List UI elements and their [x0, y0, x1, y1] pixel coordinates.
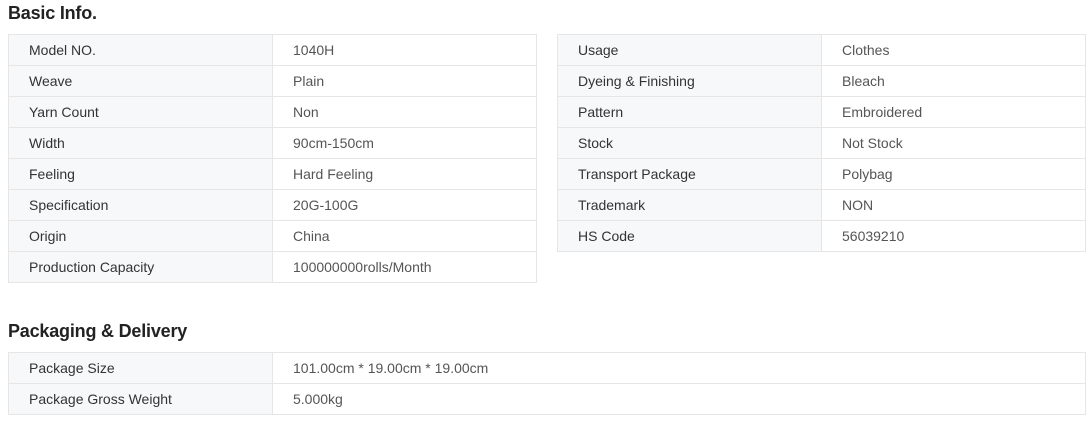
- spec-row-width: Width 90cm-150cm: [8, 127, 537, 159]
- spec-label: Trademark: [557, 189, 822, 221]
- spec-row-usage: Usage Clothes: [557, 34, 1086, 66]
- spec-label: Dyeing & Finishing: [557, 65, 822, 97]
- basic-info-table-right: Usage Clothes Dyeing & Finishing Bleach …: [557, 34, 1086, 252]
- spec-row-production-capacity: Production Capacity 100000000rolls/Month: [8, 251, 537, 283]
- spec-value: NON: [821, 189, 1086, 221]
- spec-label: Yarn Count: [8, 96, 273, 128]
- spec-value: Polybag: [821, 158, 1086, 190]
- spec-label: Specification: [8, 189, 273, 221]
- spec-label: Width: [8, 127, 273, 159]
- spec-row-dyeing-finishing: Dyeing & Finishing Bleach: [557, 65, 1086, 97]
- spec-value: 101.00cm * 19.00cm * 19.00cm: [272, 352, 1086, 384]
- spec-label: Production Capacity: [8, 251, 273, 283]
- basic-info-title: Basic Info.: [8, 3, 97, 23]
- spec-label: Stock: [557, 127, 822, 159]
- spec-value: Bleach: [821, 65, 1086, 97]
- packaging-delivery-title: Packaging & Delivery: [8, 321, 188, 341]
- spec-row-pattern: Pattern Embroidered: [557, 96, 1086, 128]
- spec-value: 5.000kg: [272, 383, 1086, 415]
- spec-row-hs-code: HS Code 56039210: [557, 220, 1086, 252]
- spec-value: Hard Feeling: [272, 158, 537, 190]
- spec-label: Usage: [557, 34, 822, 66]
- spec-value: 100000000rolls/Month: [272, 251, 537, 283]
- spec-value: Non: [272, 96, 537, 128]
- spec-row-origin: Origin China: [8, 220, 537, 252]
- spec-row-stock: Stock Not Stock: [557, 127, 1086, 159]
- spec-label: HS Code: [557, 220, 822, 252]
- spec-label: Transport Package: [557, 158, 822, 190]
- spec-label: Pattern: [557, 96, 822, 128]
- spec-row-specification: Specification 20G-100G: [8, 189, 537, 221]
- spec-value: 90cm-150cm: [272, 127, 537, 159]
- spec-value: Plain: [272, 65, 537, 97]
- spec-value: China: [272, 220, 537, 252]
- spec-value: Not Stock: [821, 127, 1086, 159]
- spec-label: Weave: [8, 65, 273, 97]
- spec-value: 20G-100G: [272, 189, 537, 221]
- spec-label: Model NO.: [8, 34, 273, 66]
- spec-label: Package Gross Weight: [8, 383, 273, 415]
- spec-row-yarn-count: Yarn Count Non: [8, 96, 537, 128]
- spec-row-model-no: Model NO. 1040H: [8, 34, 537, 66]
- spec-row-weave: Weave Plain: [8, 65, 537, 97]
- spec-row-trademark: Trademark NON: [557, 189, 1086, 221]
- basic-info-table-left: Model NO. 1040H Weave Plain Yarn Count N…: [8, 34, 537, 283]
- spec-label: Origin: [8, 220, 273, 252]
- spec-row-package-gross-weight: Package Gross Weight 5.000kg: [8, 383, 1086, 415]
- spec-value: Embroidered: [821, 96, 1086, 128]
- spec-label: Package Size: [8, 352, 273, 384]
- spec-label: Feeling: [8, 158, 273, 190]
- spec-value: Clothes: [821, 34, 1086, 66]
- spec-row-feeling: Feeling Hard Feeling: [8, 158, 537, 190]
- spec-row-transport-package: Transport Package Polybag: [557, 158, 1086, 190]
- packaging-delivery-table: Package Size 101.00cm * 19.00cm * 19.00c…: [8, 352, 1086, 415]
- spec-value: 56039210: [821, 220, 1086, 252]
- spec-row-package-size: Package Size 101.00cm * 19.00cm * 19.00c…: [8, 352, 1086, 384]
- spec-value: 1040H: [272, 34, 537, 66]
